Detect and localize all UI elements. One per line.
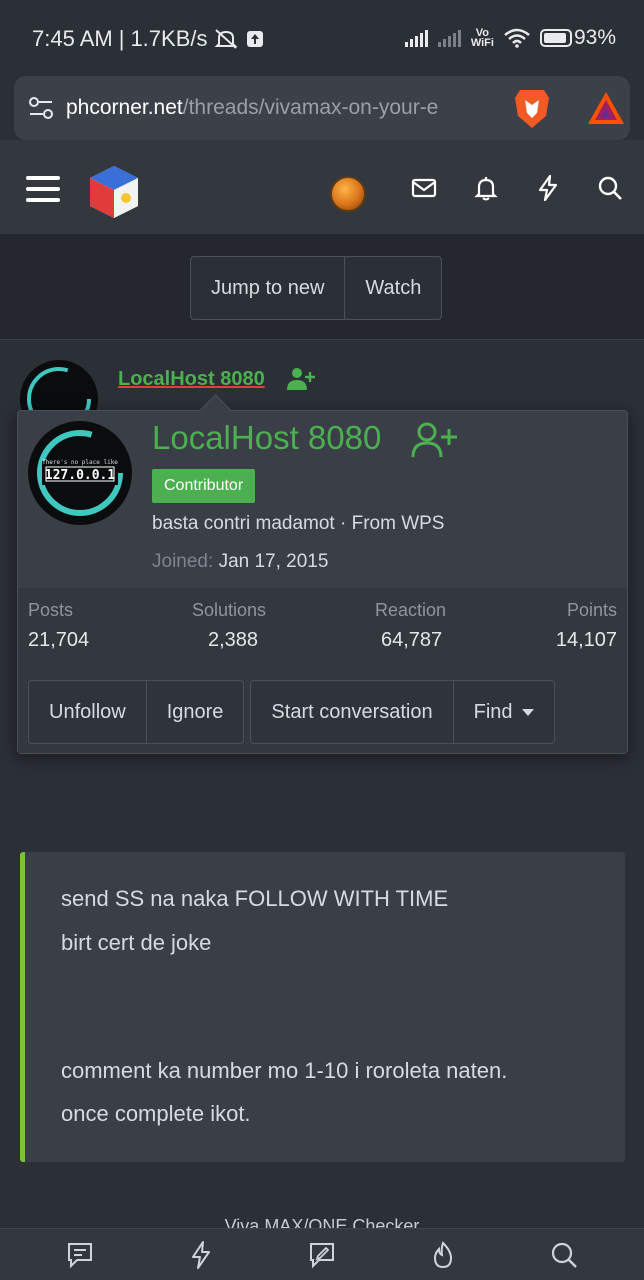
stat-solutions: Solutions 2,388 bbox=[192, 600, 267, 651]
vowifi-icon: Vo WiFi bbox=[470, 27, 494, 49]
avatar-small-text: There's no place like bbox=[42, 459, 118, 466]
post-line: birt cert de joke bbox=[61, 930, 212, 955]
post-author-name[interactable]: LocalHost 8080 bbox=[118, 368, 265, 391]
ignore-button[interactable]: Ignore bbox=[145, 681, 244, 743]
new-post-icon[interactable] bbox=[307, 1240, 337, 1270]
bell-icon[interactable] bbox=[472, 174, 500, 202]
phcorner-logo[interactable] bbox=[86, 164, 142, 220]
search-icon[interactable] bbox=[596, 174, 624, 202]
watch-button[interactable]: Watch bbox=[344, 257, 441, 319]
mail-icon[interactable] bbox=[410, 174, 438, 202]
member-tooltip: There's no place like 127.0.0.1 LocalHos… bbox=[17, 410, 628, 754]
user-role-badge: Contributor bbox=[152, 469, 256, 503]
avatar-text: 127.0.0.1 bbox=[45, 468, 116, 483]
brave-rewards-icon[interactable] bbox=[586, 90, 626, 126]
status-bar: 7:45 AM | 1.7KB/s Vo WiFi 93% bbox=[0, 0, 644, 76]
post-line: comment ka number mo 1-10 i roroleta nat… bbox=[61, 1058, 508, 1083]
user-title: basta contri madamot · From WPS bbox=[152, 513, 445, 534]
start-conversation-button[interactable]: Start conversation bbox=[251, 681, 452, 743]
user-avatar-icon[interactable] bbox=[330, 176, 366, 212]
thread-actions: Jump to new Watch bbox=[190, 256, 443, 320]
site-header bbox=[0, 140, 644, 234]
upload-icon bbox=[247, 31, 264, 47]
signal-icon bbox=[404, 29, 428, 47]
battery-icon bbox=[539, 29, 572, 47]
thread-toolbar: Jump to new Watch bbox=[0, 234, 644, 340]
search-icon[interactable] bbox=[549, 1240, 579, 1270]
member-stats: Posts 21,704 Solutions 2,388 Reaction 64,78… bbox=[18, 588, 627, 753]
stat-points: Points 14,107 bbox=[555, 600, 617, 651]
battery-level: 93% bbox=[573, 26, 616, 49]
follow-user-icon[interactable] bbox=[410, 421, 458, 459]
clock: 7:45 AM bbox=[32, 26, 113, 51]
stat-posts: Posts 21,704 bbox=[28, 600, 90, 651]
jump-to-new-button[interactable]: Jump to new bbox=[191, 257, 344, 319]
find-dropdown-button[interactable]: Find bbox=[452, 681, 554, 743]
stat-reaction: Reaction 64,787 bbox=[375, 600, 447, 651]
member-avatar[interactable]: There's no place like 127.0.0.1 bbox=[28, 421, 132, 525]
unfollow-button[interactable]: Unfollow bbox=[29, 681, 146, 743]
address-bar[interactable]: phcorner.net/threads/vivamax-on-your-e bbox=[14, 76, 630, 140]
network-speed: 1.7KB/s bbox=[130, 26, 208, 51]
whats-new-icon[interactable] bbox=[186, 1240, 216, 1270]
signal-icon-2 bbox=[437, 29, 461, 47]
joined-date: Joined: Jan 17, 2015 bbox=[152, 551, 329, 572]
member-actions: Unfollow Ignore Start conversation Find bbox=[28, 680, 556, 744]
member-card-header: There's no place like 127.0.0.1 LocalHos… bbox=[18, 411, 627, 587]
forums-icon[interactable] bbox=[65, 1240, 95, 1270]
wifi-icon bbox=[504, 28, 530, 48]
caret-down-icon bbox=[522, 708, 535, 716]
brave-shields-icon[interactable] bbox=[512, 86, 552, 130]
muted-bell-icon bbox=[215, 29, 238, 49]
url-text[interactable]: phcorner.net/threads/vivamax-on-your-e bbox=[66, 96, 496, 120]
follow-user-icon[interactable] bbox=[286, 366, 316, 392]
post-line: once complete ikot. bbox=[61, 1101, 251, 1126]
site-settings-icon[interactable] bbox=[28, 96, 54, 120]
post-content: send SS na naka FOLLOW WITH TIME birt ce… bbox=[20, 852, 625, 1162]
lightning-icon[interactable] bbox=[534, 174, 562, 202]
bottom-navigation bbox=[0, 1228, 644, 1280]
post-line: send SS na naka FOLLOW WITH TIME bbox=[61, 886, 449, 911]
trending-icon[interactable] bbox=[428, 1240, 458, 1270]
menu-icon[interactable] bbox=[26, 176, 60, 202]
member-name[interactable]: LocalHost 8080 bbox=[152, 419, 381, 457]
